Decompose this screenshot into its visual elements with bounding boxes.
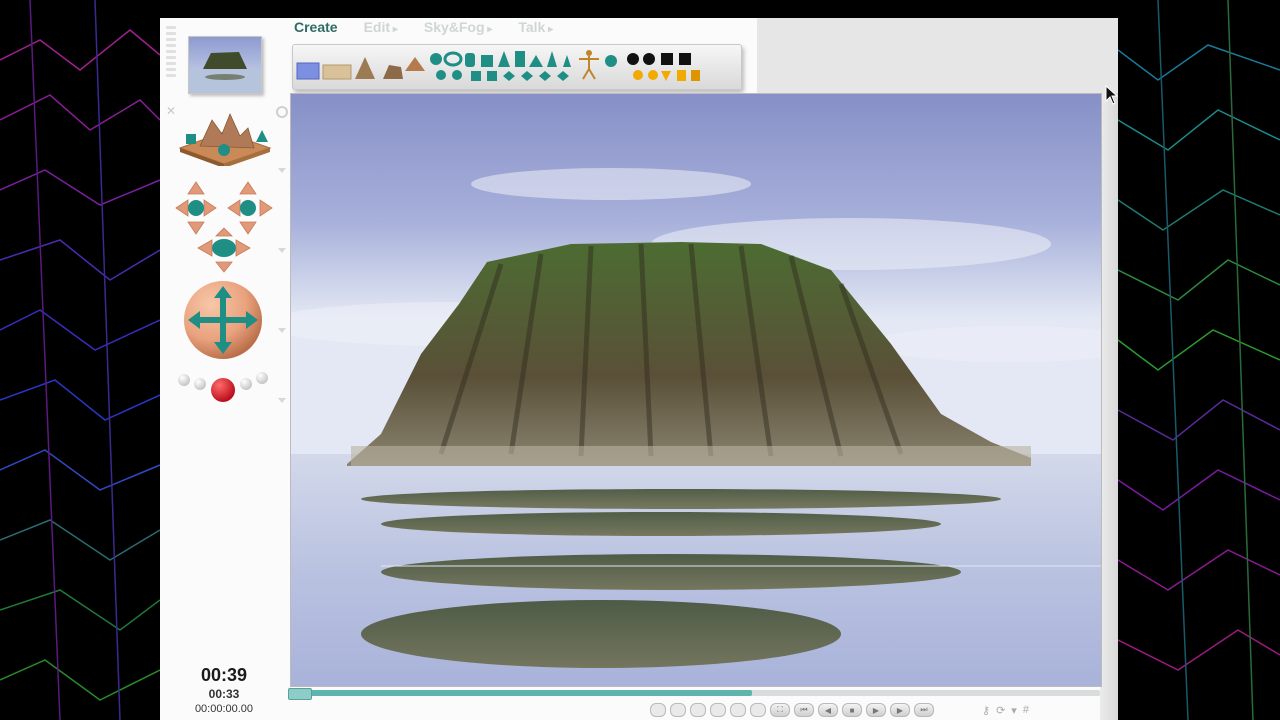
diamond-object-icon-4[interactable] (557, 71, 569, 81)
black-cube-object-icon[interactable] (661, 53, 673, 65)
scene-objects-icon[interactable] (174, 106, 274, 166)
tab-create[interactable]: Create (294, 18, 338, 36)
frame-button-3[interactable] (690, 703, 706, 717)
corner-controls: ⚷ ⟳ ▾ # (982, 702, 1029, 718)
preset-dot-3[interactable] (240, 378, 252, 390)
toolbar-object-icons (296, 50, 700, 81)
app-window: Create Edit Sky&Fog Talk (160, 18, 1118, 720)
timeline-progress (290, 690, 752, 696)
diamond-object-icon[interactable] (503, 71, 515, 81)
panel-grip[interactable] (166, 26, 176, 98)
cone-object-icon[interactable] (498, 51, 510, 67)
frame-button-5[interactable] (730, 703, 746, 717)
background-wireframe-left (0, 0, 160, 720)
frame-button-4[interactable] (710, 703, 726, 717)
tab-talk[interactable]: Talk (518, 18, 553, 36)
frame-button-6[interactable] (750, 703, 766, 717)
tall-box-object-icon[interactable] (515, 51, 525, 67)
tab-edit[interactable]: Edit (364, 18, 398, 36)
diamond-object-icon-3[interactable] (539, 71, 551, 81)
forward-to-end-icon[interactable]: ⏭ (914, 703, 934, 717)
small-pyramid-object-icon[interactable] (529, 55, 543, 67)
sphere-small-object-icon-2[interactable] (452, 70, 462, 80)
preset-dot-4[interactable] (256, 372, 268, 384)
tab-sky-fog[interactable]: Sky&Fog (424, 18, 493, 36)
terrain-object-icon[interactable] (355, 57, 375, 79)
cube-small-object-icon[interactable] (487, 71, 497, 81)
black-sphere-object-icon-2[interactable] (643, 53, 655, 65)
time-display: 00:39 00:33 00:00:00.00 (160, 664, 288, 716)
fullscreen-icon[interactable]: ⛶ (770, 703, 790, 717)
stop-icon[interactable]: ■ (842, 703, 862, 717)
four-way-arrows-icon[interactable] (180, 280, 266, 360)
cylinder-small-object-icon[interactable] (471, 71, 481, 81)
preset-dot-2[interactable] (194, 378, 206, 390)
toolbar-empty-area (757, 18, 1118, 93)
record-controls (176, 368, 272, 404)
star-object-icon[interactable] (563, 55, 571, 67)
diamond-object-icon-2[interactable] (521, 71, 533, 81)
key-icon[interactable]: ⚷ (982, 704, 990, 717)
black-cube-object-icon-2[interactable] (679, 53, 691, 65)
gold-cylinder-object-icon[interactable] (677, 70, 686, 81)
loop-icon[interactable]: ⟳ (996, 704, 1005, 717)
background-wireframe-right (1118, 0, 1280, 720)
gold-sphere-object-icon[interactable] (633, 70, 643, 80)
step-back-icon[interactable]: ◀ (818, 703, 838, 717)
cloud-object-icon[interactable] (296, 62, 320, 80)
spike-object-icon[interactable] (547, 51, 557, 67)
play-icon[interactable]: ▶ (866, 703, 886, 717)
record-icon[interactable] (211, 378, 235, 402)
render-viewport[interactable] (290, 93, 1102, 687)
frame-button-2[interactable] (670, 703, 686, 717)
timeline-handle[interactable] (288, 688, 312, 700)
transport-controls: ⛶ ⏮ ◀ ■ ▶ ▶ ⏭ (650, 702, 934, 718)
grid-icon[interactable]: # (1023, 704, 1029, 716)
step-forward-icon[interactable]: ▶ (890, 703, 910, 717)
timecode: 00:00:00.00 (194, 703, 254, 715)
torus-object-icon[interactable] (443, 51, 463, 67)
cylinder-object-icon[interactable] (465, 53, 475, 67)
viewport-frame-edge (1100, 93, 1118, 720)
scene-thumbnail[interactable] (188, 36, 262, 94)
chevron-down-icon[interactable]: ▾ (1011, 704, 1017, 717)
black-sphere-object-icon[interactable] (627, 53, 639, 65)
timeline-slider[interactable] (288, 688, 1100, 700)
human-figure-object-icon[interactable] (579, 50, 599, 80)
mouse-pointer-icon (1105, 84, 1118, 105)
pyramid-object-icon[interactable] (405, 57, 425, 71)
menu-tabs: Create Edit Sky&Fog Talk (294, 18, 553, 36)
preset-dot-1[interactable] (178, 374, 190, 386)
cube-object-icon[interactable] (481, 55, 493, 67)
panel-option-icon[interactable] (276, 106, 288, 118)
frame-button-1[interactable] (650, 703, 666, 717)
gold-cube-object-icon[interactable] (691, 70, 700, 81)
sphere-small-object-icon[interactable] (436, 70, 446, 80)
sub-time: 00:33 (208, 687, 240, 701)
orbit-tool-icon[interactable] (172, 178, 276, 274)
panel-side-ticks (278, 168, 286, 408)
object-toolbar (292, 44, 742, 90)
current-time: 00:39 (200, 665, 248, 685)
sphere-object-icon[interactable] (430, 53, 442, 65)
water-object-icon[interactable] (322, 64, 352, 80)
gold-sphere-object-icon-2[interactable] (648, 70, 658, 80)
gold-cone-object-icon[interactable] (661, 71, 671, 81)
teal-sphere-object-icon[interactable] (605, 55, 617, 67)
rock-object-icon[interactable] (383, 65, 403, 79)
rewind-to-start-icon[interactable]: ⏮ (794, 703, 814, 717)
